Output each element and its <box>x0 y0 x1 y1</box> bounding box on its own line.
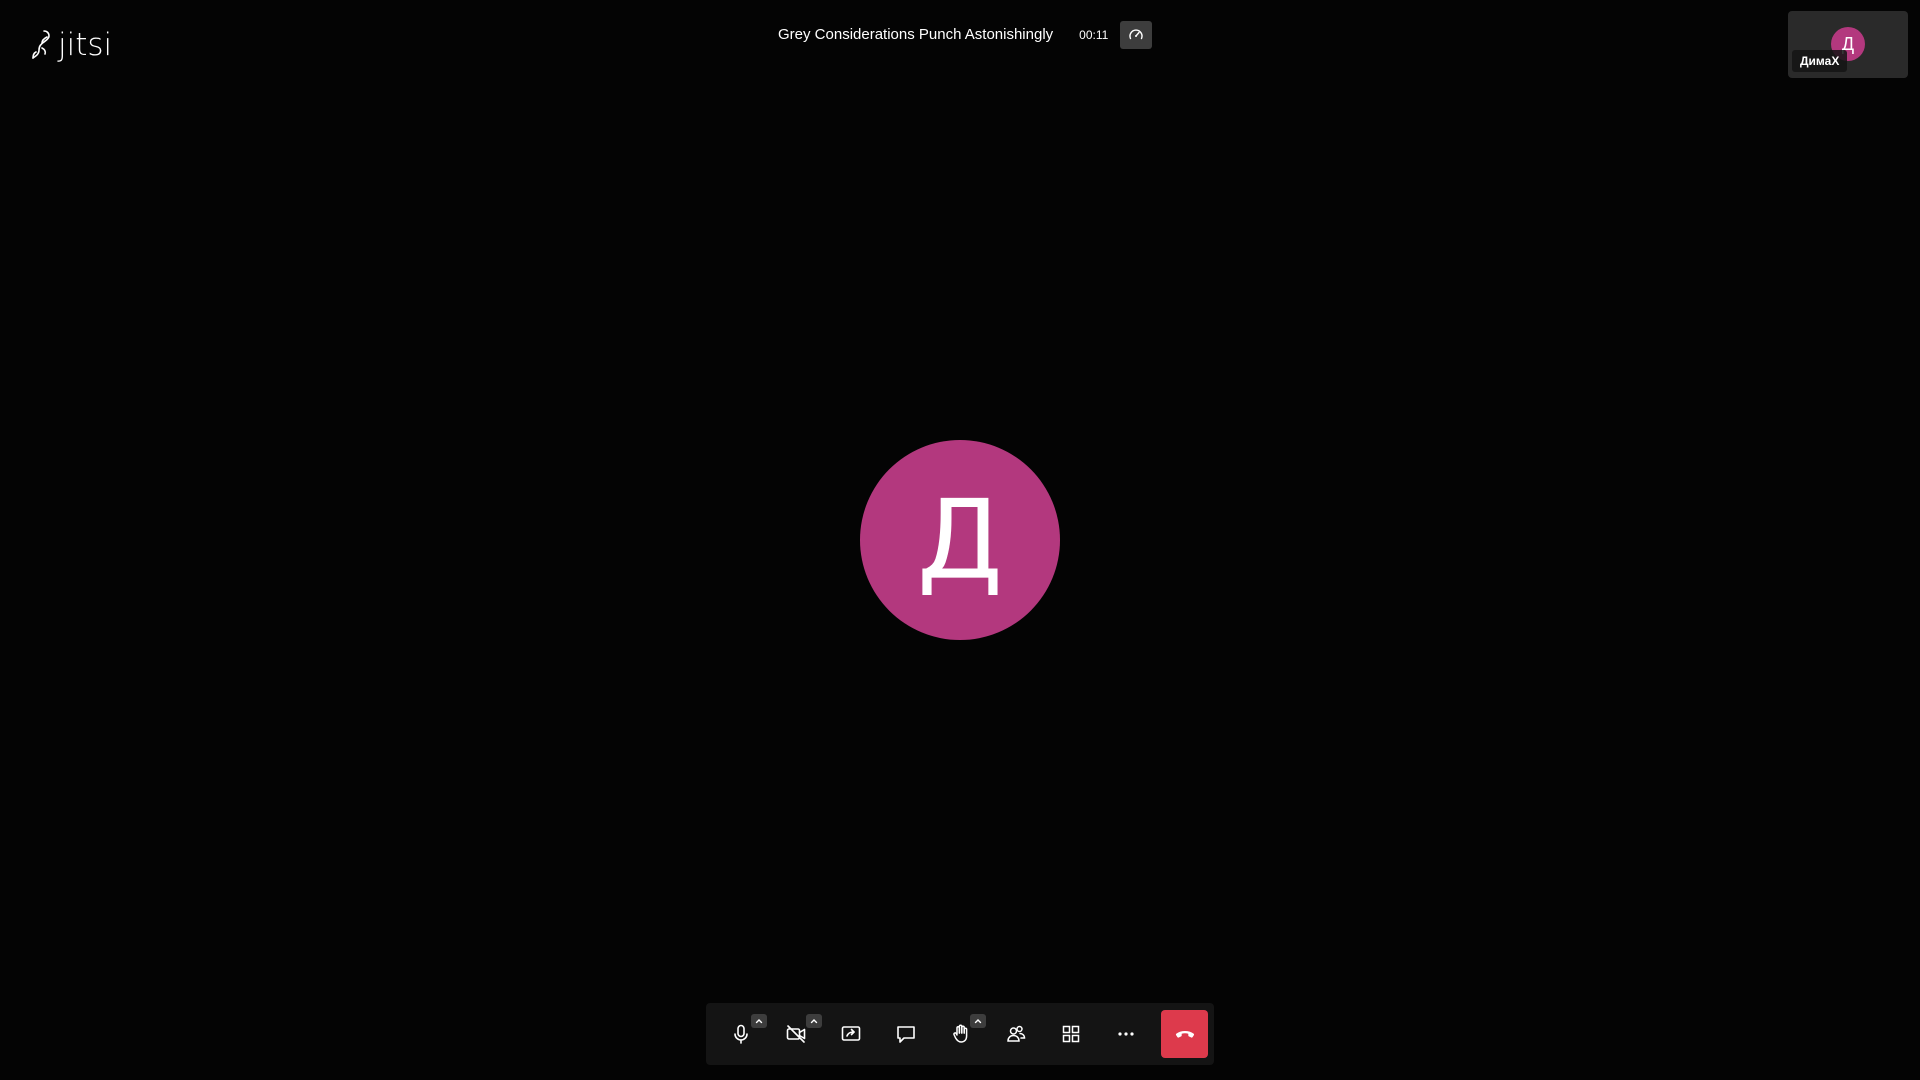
conference-timer: 00:11 <box>1079 28 1109 42</box>
chat-icon <box>897 1026 915 1043</box>
grid-icon <box>1062 1025 1080 1043</box>
conference-info-bar: Grey Considerations Punch Astonishingly … <box>764 18 1153 52</box>
hangup-button[interactable] <box>1161 1010 1209 1058</box>
jitsi-logo-icon <box>32 30 50 59</box>
reactions-options-toggle[interactable] <box>970 1014 987 1028</box>
conference-stage: jitsi Grey Considerations Punch Astonish… <box>0 0 1920 1080</box>
connection-stats-button[interactable] <box>1120 21 1153 49</box>
more-actions-button[interactable] <box>1102 1010 1149 1058</box>
more-icon <box>1118 1032 1134 1036</box>
audio-options-toggle[interactable] <box>750 1014 767 1028</box>
screen-share-icon <box>841 1026 861 1041</box>
main-toolbar <box>706 1003 1214 1065</box>
microphone-icon <box>734 1024 749 1044</box>
dominant-speaker-avatar: Д <box>860 440 1060 640</box>
share-screen-button[interactable] <box>828 1010 875 1058</box>
chevron-up-icon <box>975 1019 982 1024</box>
local-video-thumbnail[interactable]: Д ДимаХ <box>1788 11 1908 78</box>
participants-icon <box>1007 1025 1026 1042</box>
participants-button[interactable] <box>992 1010 1039 1058</box>
chevron-up-icon <box>755 1019 763 1024</box>
hand-icon <box>953 1024 968 1043</box>
hangup-icon <box>1175 1031 1194 1038</box>
camera-off-icon <box>787 1025 806 1043</box>
video-options-toggle[interactable] <box>805 1014 822 1028</box>
logo-text: jitsi <box>58 27 113 63</box>
camera-button[interactable] <box>773 1010 822 1058</box>
conference-subject: Grey Considerations Punch Astonishingly <box>764 18 1068 52</box>
local-display-name: ДимаХ <box>1792 50 1848 72</box>
microphone-button[interactable] <box>718 1010 767 1058</box>
chat-button[interactable] <box>883 1010 930 1058</box>
raise-hand-button[interactable] <box>938 1010 987 1058</box>
gauge-icon <box>1129 29 1143 40</box>
chevron-up-icon <box>810 1019 817 1024</box>
jitsi-logo[interactable]: jitsi <box>30 28 112 62</box>
tile-view-button[interactable] <box>1047 1010 1094 1058</box>
